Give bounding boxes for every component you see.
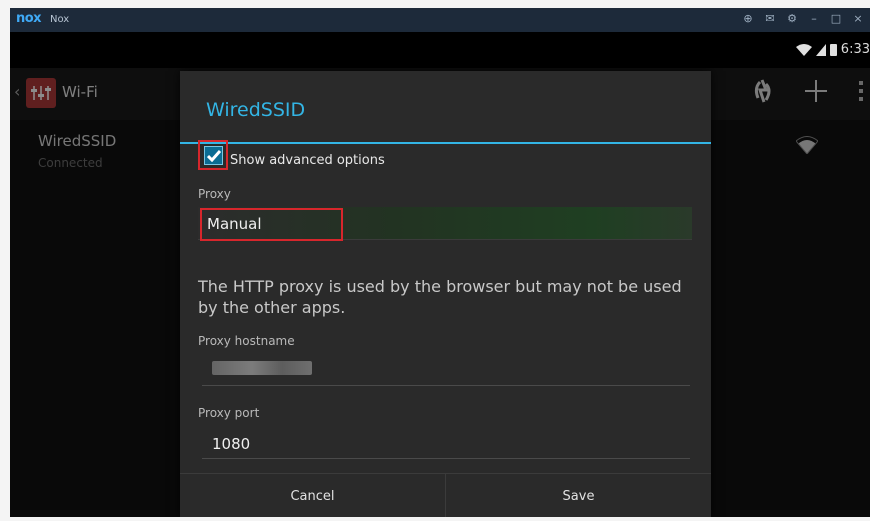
minimize-button[interactable]: – — [808, 12, 820, 25]
wifi-status-icon — [795, 43, 812, 56]
cell-signal-icon — [815, 43, 826, 56]
checkbox-highlight-box — [198, 140, 228, 170]
battery-icon — [829, 43, 837, 56]
save-button[interactable]: Save — [446, 474, 711, 517]
proxy-info-text: The HTTP proxy is used by the browser bu… — [198, 277, 682, 317]
dialog-button-bar: Cancel Save — [180, 473, 711, 517]
dialog-title-divider — [180, 142, 711, 144]
statusbar-right: 6:33 — [795, 42, 870, 57]
proxy-highlight-box — [200, 208, 343, 241]
maximize-button[interactable]: □ — [830, 12, 842, 25]
emulator-app-name: Nox — [50, 14, 70, 25]
cancel-button[interactable]: Cancel — [180, 474, 445, 517]
message-icon[interactable]: ✉ — [764, 12, 776, 25]
pin-icon[interactable]: ⊕ — [742, 12, 754, 25]
nox-logo: nox — [16, 11, 42, 26]
emulator-titlebar: nox Nox ⊕ ✉ ⚙ – □ × — [10, 8, 870, 32]
proxy-port-value: 1080 — [212, 435, 251, 453]
show-advanced-label[interactable]: Show advanced options — [230, 153, 385, 168]
proxy-port-input[interactable]: 1080 — [202, 428, 690, 459]
proxy-port-label: Proxy port — [198, 406, 260, 420]
android-statusbar: 6:33 — [10, 32, 870, 68]
proxy-label: Proxy — [198, 187, 231, 201]
status-time: 6:33 — [840, 42, 870, 57]
wifi-config-dialog: WiredSSID Show advanced options Proxy Ma… — [180, 71, 711, 517]
proxy-hostname-input[interactable] — [202, 355, 690, 386]
proxy-hostname-label: Proxy hostname — [198, 334, 295, 348]
close-button[interactable]: × — [852, 12, 864, 25]
settings-icon[interactable]: ⚙ — [786, 12, 798, 25]
emulator-window: nox Nox ⊕ ✉ ⚙ – □ × 6:33 ‹ Wi-Fi WiredSS… — [10, 8, 870, 517]
dialog-title: WiredSSID — [206, 99, 306, 121]
window-controls: ⊕ ✉ ⚙ – □ × — [742, 12, 864, 25]
redacted-hostname — [212, 361, 312, 375]
